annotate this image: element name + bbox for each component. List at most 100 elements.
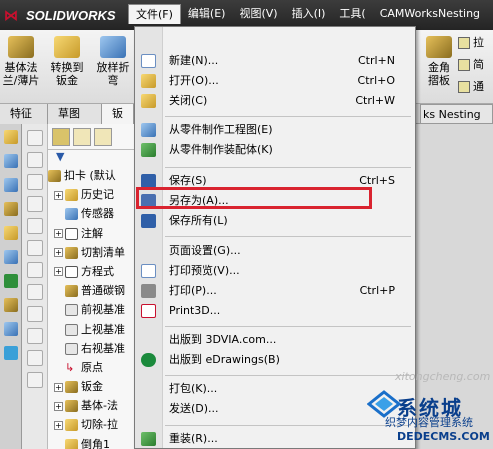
menu-item-label: 保存所有(L) bbox=[169, 214, 228, 227]
corner-gusset-button[interactable]: 金角 摺板 bbox=[420, 34, 458, 92]
view-icon-1[interactable] bbox=[27, 130, 43, 146]
filter-icon[interactable]: ▼ bbox=[48, 150, 134, 166]
tool-icon-4[interactable] bbox=[4, 202, 18, 216]
tree-row[interactable]: ↳ 原点 bbox=[48, 358, 134, 377]
solidworks-logo[interactable]: ⋈ SOLIDWORKS bbox=[4, 6, 116, 24]
menu-item-shortcut: Ctrl+O bbox=[357, 74, 395, 87]
menu-camworks-nesting[interactable]: CAMWorksNesting bbox=[373, 4, 487, 24]
tool-icon-6[interactable] bbox=[4, 250, 18, 264]
part-icon bbox=[48, 170, 61, 182]
tab-features[interactable]: 特征 bbox=[0, 104, 48, 124]
config-manager-tab-icon[interactable] bbox=[94, 128, 112, 146]
menu-item-label: 重装(R)... bbox=[169, 432, 218, 445]
ribbon-small-button-3[interactable]: 通 bbox=[458, 78, 493, 96]
menu-item-make-assembly[interactable]: 从零件制作装配体(K) bbox=[135, 140, 415, 160]
tree-row[interactable]: 倒角1 bbox=[48, 435, 134, 449]
tree-label: 钣金 bbox=[81, 380, 103, 394]
tree-row[interactable]: 右视基准 bbox=[48, 339, 134, 358]
view-icon-7[interactable] bbox=[27, 262, 43, 278]
view-icon-2[interactable] bbox=[27, 152, 43, 168]
view-icon-12[interactable] bbox=[27, 372, 43, 388]
tree-row[interactable]: + 钣金 bbox=[48, 377, 134, 396]
tree-row[interactable]: + 基体-法 bbox=[48, 396, 134, 415]
menu-item-publish-3dvia[interactable]: 出版到 3DVIA.com... bbox=[135, 330, 415, 350]
feature-manager-tree: ▼ 扣卡 (默认 + 历史记 传感器 + 注解 + 切割清单 + 方程式 普通碳钢 前视… bbox=[48, 124, 134, 449]
expand-icon[interactable]: + bbox=[54, 401, 63, 411]
menu-item-open[interactable]: 打开(O)... Ctrl+O bbox=[135, 71, 415, 91]
expand-icon[interactable]: + bbox=[54, 267, 63, 277]
print3d-icon bbox=[141, 304, 156, 318]
save-all-icon bbox=[141, 214, 156, 228]
tool-icon-3[interactable] bbox=[4, 178, 18, 192]
view-icon-5[interactable] bbox=[27, 218, 43, 234]
tab-camworks-nesting[interactable]: ks Nesting bbox=[420, 104, 493, 124]
tree-row[interactable]: + 切除-拉 bbox=[48, 415, 134, 434]
tree-label: 扣卡 (默认 bbox=[64, 169, 116, 182]
tab-sheet-metal[interactable]: 钣 bbox=[102, 104, 134, 124]
base-flange-button[interactable]: 基体法 兰/薄片 bbox=[2, 34, 40, 92]
property-manager-tab-icon[interactable] bbox=[73, 128, 91, 146]
tree-label: 基体-法 bbox=[81, 399, 118, 413]
menu-item-close[interactable]: 关闭(C) Ctrl+W bbox=[135, 91, 415, 111]
menu-item-new[interactable]: 新建(N)... Ctrl+N bbox=[135, 51, 415, 71]
menu-item-save-all[interactable]: 保存所有(L) bbox=[135, 211, 415, 231]
tab-sketch[interactable]: 草图 bbox=[48, 104, 102, 124]
menu-item-print-preview[interactable]: 打印预览(V)... bbox=[135, 261, 415, 281]
menu-view[interactable]: 视图(V) bbox=[232, 4, 284, 24]
tree-row[interactable]: 前视基准 bbox=[48, 300, 134, 319]
menu-tools[interactable]: 工具( bbox=[332, 4, 372, 24]
tree-row[interactable]: + 切割清单 bbox=[48, 243, 134, 262]
tree-row[interactable]: 扣卡 (默认 bbox=[48, 166, 134, 185]
tree-row[interactable]: + 注解 bbox=[48, 224, 134, 243]
expand-icon[interactable]: + bbox=[54, 248, 63, 258]
view-icon-8[interactable] bbox=[27, 284, 43, 300]
menu-separator bbox=[165, 116, 411, 117]
base-flange-label: 基体法 兰/薄片 bbox=[2, 61, 40, 87]
ribbon-small-button-2[interactable]: 简 bbox=[458, 56, 493, 74]
lofted-bend-button[interactable]: 放样折 弯 bbox=[94, 34, 132, 92]
tree-row[interactable]: 上视基准 bbox=[48, 320, 134, 339]
tool-icon-9[interactable] bbox=[4, 322, 18, 336]
view-icon-3[interactable] bbox=[27, 174, 43, 190]
tool-icon-10[interactable] bbox=[4, 346, 18, 360]
view-icon-4[interactable] bbox=[27, 196, 43, 212]
convert-to-sheet-metal-button[interactable]: 转换到 钣金 bbox=[48, 34, 86, 92]
view-icon-10[interactable] bbox=[27, 328, 43, 344]
menu-separator bbox=[165, 167, 411, 168]
menu-item-print[interactable]: 打印(P)... Ctrl+P bbox=[135, 281, 415, 301]
tool-icon-8[interactable] bbox=[4, 298, 18, 312]
lofted-bend-icon bbox=[100, 36, 126, 58]
tree-row[interactable]: 普通碳钢 bbox=[48, 281, 134, 300]
view-toolbar bbox=[22, 124, 48, 449]
feature-manager-tab-icon[interactable] bbox=[52, 128, 70, 146]
menu-edit[interactable]: 编辑(E) bbox=[181, 4, 233, 24]
menu-item-page-setup[interactable]: 页面设置(G)... bbox=[135, 241, 415, 261]
view-icon-9[interactable] bbox=[27, 306, 43, 322]
tree-row[interactable]: + 方程式 bbox=[48, 262, 134, 281]
left-toolbar bbox=[0, 124, 22, 449]
view-icon-11[interactable] bbox=[27, 350, 43, 366]
tree-row[interactable]: + 历史记 bbox=[48, 185, 134, 204]
expand-icon[interactable]: + bbox=[54, 190, 63, 200]
view-icon-6[interactable] bbox=[27, 240, 43, 256]
tree-row[interactable]: 传感器 bbox=[48, 204, 134, 223]
menu-item-publish-edrawings[interactable]: 出版到 eDrawings(B) bbox=[135, 350, 415, 370]
menu-insert[interactable]: 插入(I) bbox=[285, 4, 333, 24]
tool-icon-2[interactable] bbox=[4, 154, 18, 168]
drawing-icon bbox=[141, 123, 156, 137]
plane-icon bbox=[65, 304, 78, 317]
tool-icon-7[interactable] bbox=[4, 274, 18, 288]
menu-item-make-drawing[interactable]: 从零件制作工程图(E) bbox=[135, 120, 415, 140]
expand-icon[interactable]: + bbox=[54, 229, 63, 239]
menu-item-print3d[interactable]: Print3D... bbox=[135, 301, 415, 321]
ribbon-small-label-2: 简 bbox=[473, 58, 484, 71]
expand-icon[interactable]: + bbox=[54, 420, 63, 430]
tool-icon-5[interactable] bbox=[4, 226, 18, 240]
expand-icon[interactable]: + bbox=[54, 382, 63, 392]
annotation-icon bbox=[65, 227, 78, 240]
ribbon-small-button-1[interactable]: 拉 bbox=[458, 34, 493, 52]
menu-item-label: 发送(D)... bbox=[169, 402, 219, 415]
menu-item-shortcut: Ctrl+N bbox=[357, 54, 395, 67]
menu-file[interactable]: 文件(F) bbox=[128, 4, 181, 24]
tool-icon-1[interactable] bbox=[4, 130, 18, 144]
